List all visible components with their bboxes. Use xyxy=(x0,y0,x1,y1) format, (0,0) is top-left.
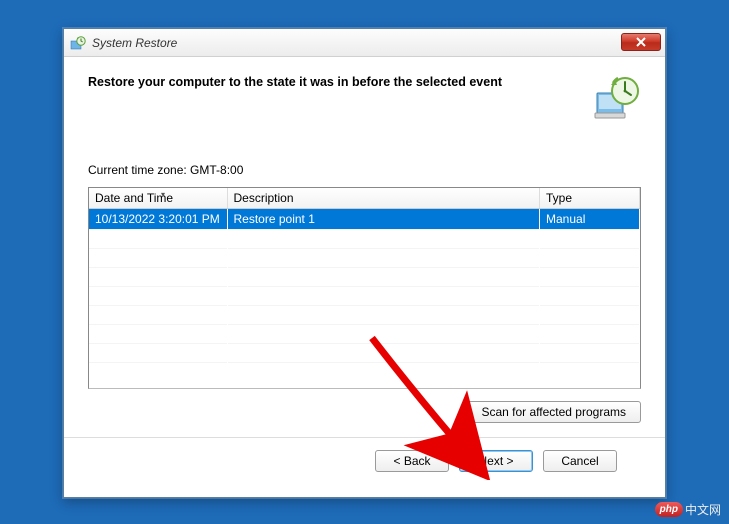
restore-icon-small xyxy=(70,35,86,51)
window-title: System Restore xyxy=(92,36,177,50)
watermark: php 中文网 xyxy=(655,501,721,518)
watermark-badge: php xyxy=(655,502,683,517)
watermark-text: 中文网 xyxy=(685,501,721,518)
titlebar[interactable]: System Restore xyxy=(64,29,665,57)
wizard-footer: < Back Next > Cancel xyxy=(88,438,641,472)
sort-desc-icon: ▾ xyxy=(161,190,165,199)
column-header-description[interactable]: Description xyxy=(227,188,540,209)
content-area: Restore your computer to the state it wa… xyxy=(64,57,665,484)
page-heading: Restore your computer to the state it wa… xyxy=(88,73,502,89)
cancel-button[interactable]: Cancel xyxy=(543,450,617,472)
scan-affected-programs-button[interactable]: Scan for affected programs xyxy=(466,401,641,423)
column-header-type[interactable]: Type xyxy=(540,188,640,209)
back-button[interactable]: < Back xyxy=(375,450,449,472)
cell-type: Manual xyxy=(540,209,640,230)
cell-datetime: 10/13/2022 3:20:01 PM xyxy=(89,209,227,230)
close-button[interactable] xyxy=(621,33,661,51)
timezone-label: Current time zone: GMT-8:00 xyxy=(88,163,641,177)
restore-points-table[interactable]: Date and Time ▾ Description Type 10/13/2… xyxy=(88,187,641,389)
close-icon xyxy=(635,37,647,47)
column-header-datetime[interactable]: Date and Time ▾ xyxy=(89,188,227,209)
cell-description: Restore point 1 xyxy=(227,209,540,230)
next-button[interactable]: Next > xyxy=(459,450,533,472)
restore-icon-large xyxy=(593,73,641,121)
system-restore-window: System Restore Restore your computer to … xyxy=(63,28,666,498)
table-row[interactable]: 10/13/2022 3:20:01 PM Restore point 1 Ma… xyxy=(89,209,640,230)
